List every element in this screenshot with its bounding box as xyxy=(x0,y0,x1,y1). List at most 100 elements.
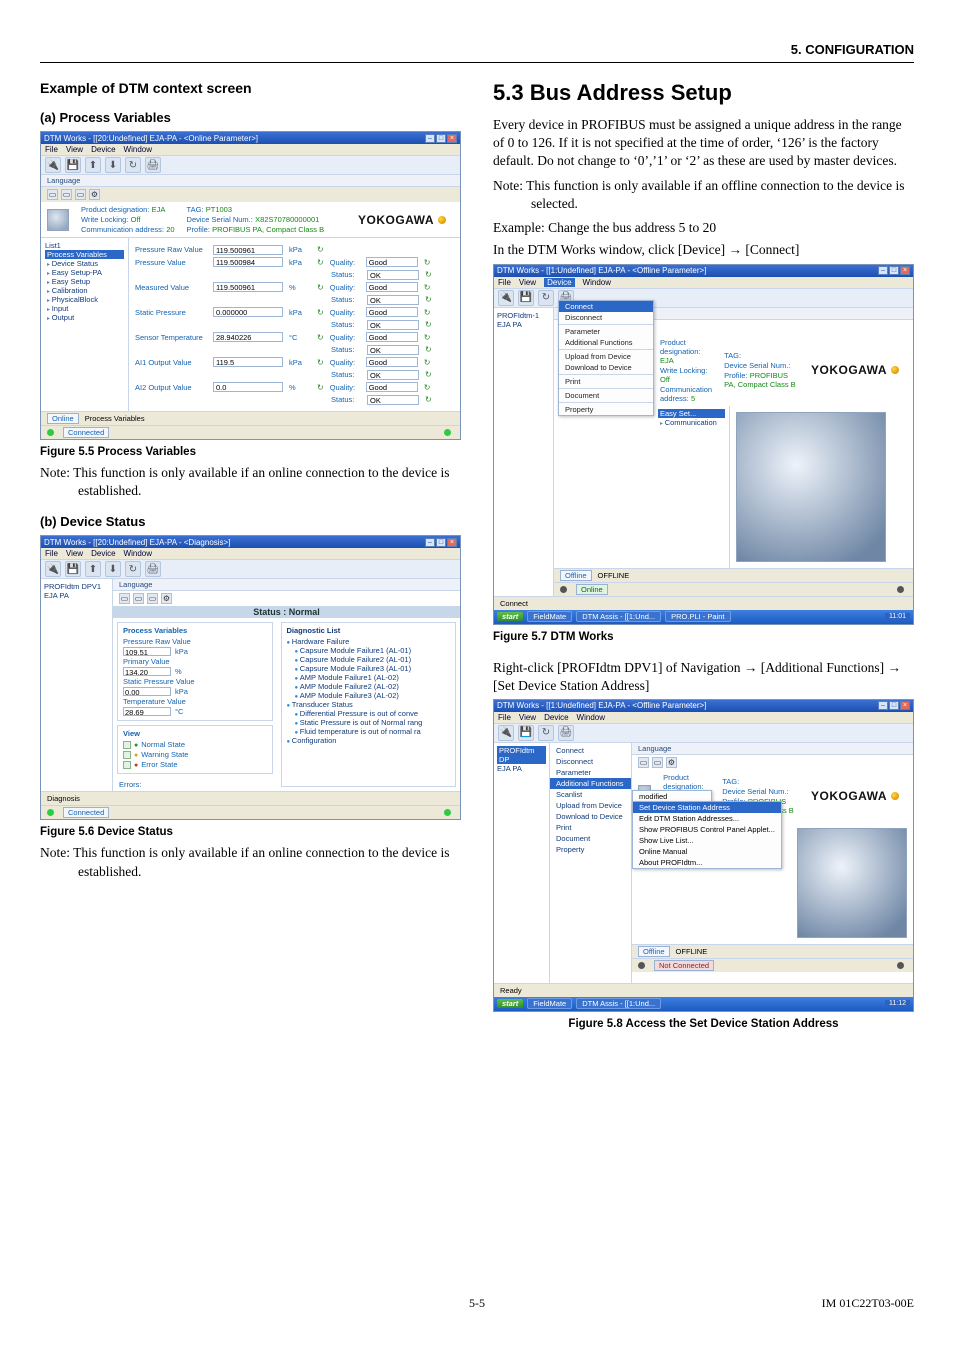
menu-view[interactable]: View xyxy=(519,713,536,722)
nav-item[interactable]: EJA PA xyxy=(497,764,546,773)
submenu-control-panel[interactable]: Show PROFIBUS Control Panel Applet... xyxy=(633,824,781,835)
tree-item[interactable]: Easy Setup xyxy=(45,277,124,286)
tree-item[interactable]: Easy Setup-PA xyxy=(45,268,124,277)
tool-connect-icon[interactable]: 🔌 xyxy=(498,290,514,306)
nav-item[interactable]: PROFIdtm DPV1 xyxy=(44,582,109,591)
menu-window[interactable]: Window xyxy=(583,278,611,287)
menu-upload[interactable]: Upload from Device xyxy=(559,351,653,362)
minimize-icon[interactable]: – xyxy=(425,134,435,143)
refresh-icon[interactable]: ↻ xyxy=(317,283,324,292)
device-dropdown[interactable]: Connect Disconnect Parameter Additional … xyxy=(558,300,654,416)
transducer-status[interactable]: Transducer Status xyxy=(287,700,451,709)
refresh-icon[interactable]: ↻ xyxy=(425,320,432,329)
submenu-about[interactable]: About PROFIdtm... xyxy=(633,857,781,868)
refresh-icon[interactable]: ↻ xyxy=(425,370,432,379)
refresh-icon[interactable]: ↻ xyxy=(424,358,431,367)
menu-view[interactable]: View xyxy=(66,549,83,558)
menu-additional-functions[interactable]: Additional Functions xyxy=(559,337,653,348)
tool-connect-icon[interactable]: 🔌 xyxy=(45,561,61,577)
tool-refresh-icon[interactable]: ↻ xyxy=(538,290,554,306)
refresh-icon[interactable]: ↻ xyxy=(424,258,431,267)
nav-tree[interactable]: List1 Process Variables Device Status Ea… xyxy=(41,238,129,411)
menu-download[interactable]: Download to Device xyxy=(559,362,653,373)
tool-save-icon[interactable]: 💾 xyxy=(65,157,81,173)
af-submenu[interactable]: Set Device Station Address Edit DTM Stat… xyxy=(632,801,782,869)
menu-file[interactable]: File xyxy=(498,278,511,287)
nav-icon[interactable]: ▭ xyxy=(147,593,158,604)
refresh-icon[interactable]: ↻ xyxy=(424,333,431,342)
refresh-icon[interactable]: ↻ xyxy=(424,383,431,392)
close-icon[interactable]: × xyxy=(900,701,910,710)
configuration[interactable]: Configuration xyxy=(287,736,451,745)
hw-failure[interactable]: Hardware Failure xyxy=(287,637,451,646)
tool-print-icon[interactable]: 🖨 xyxy=(558,725,574,741)
tool-down-icon[interactable]: ⬇ xyxy=(105,157,121,173)
nav-icon[interactable]: ▭ xyxy=(133,593,144,604)
menu-disconnect[interactable]: Disconnect xyxy=(559,312,653,323)
tool-up-icon[interactable]: ⬆ xyxy=(85,561,101,577)
tree-item[interactable]: Easy Set... xyxy=(658,409,725,418)
refresh-icon[interactable]: ↻ xyxy=(317,308,324,317)
menu-property[interactable]: Property xyxy=(550,844,631,855)
refresh-icon[interactable]: ↻ xyxy=(424,308,431,317)
submenu-set-address[interactable]: Set Device Station Address xyxy=(633,802,781,813)
menu-upload[interactable]: Upload from Device xyxy=(550,800,631,811)
nav-icon[interactable]: ▭ xyxy=(47,189,58,200)
tree-item[interactable]: Calibration xyxy=(45,286,124,295)
menu-scanlist[interactable]: Scanlist xyxy=(550,789,631,800)
menu-additional-functions[interactable]: Additional Functions xyxy=(550,778,631,789)
close-icon[interactable]: × xyxy=(447,538,457,547)
refresh-icon[interactable]: ↻ xyxy=(317,383,324,392)
menu-window[interactable]: Window xyxy=(124,549,152,558)
menu-device[interactable]: Device xyxy=(544,713,568,722)
nav-icon[interactable]: ▭ xyxy=(61,189,72,200)
tree-item[interactable]: Output xyxy=(45,313,124,322)
menu-disconnect[interactable]: Disconnect xyxy=(550,756,631,767)
refresh-icon[interactable]: ↻ xyxy=(425,345,432,354)
tree-item[interactable]: PhysicalBlock xyxy=(45,295,124,304)
refresh-icon[interactable]: ↻ xyxy=(317,245,324,254)
nav-item[interactable]: EJA PA xyxy=(44,591,109,600)
menu-file[interactable]: File xyxy=(498,713,511,722)
start-button[interactable]: start xyxy=(497,999,523,1008)
menu-download[interactable]: Download to Device xyxy=(550,811,631,822)
menu-connect[interactable]: Connect xyxy=(559,301,653,312)
tree-item[interactable]: Input xyxy=(45,304,124,313)
menu-window[interactable]: Window xyxy=(577,713,605,722)
minimize-icon[interactable]: – xyxy=(425,538,435,547)
tool-connect-icon[interactable]: 🔌 xyxy=(498,725,514,741)
menu-device[interactable]: Device xyxy=(91,145,115,154)
nav-panel[interactable]: PROFIdtm DPV1 EJA PA xyxy=(41,579,113,791)
start-button[interactable]: start xyxy=(497,612,523,621)
refresh-icon[interactable]: ↻ xyxy=(424,283,431,292)
refresh-icon[interactable]: ↻ xyxy=(317,333,324,342)
tool-up-icon[interactable]: ⬆ xyxy=(85,157,101,173)
nav-item[interactable]: PROFIdtm-1 xyxy=(497,311,550,320)
nav-item[interactable]: EJA PA xyxy=(497,320,550,329)
menu-parameter[interactable]: Parameter xyxy=(550,767,631,778)
maximize-icon[interactable]: □ xyxy=(889,266,899,275)
tool-refresh-icon[interactable]: ↻ xyxy=(125,561,141,577)
tool-print-icon[interactable]: 🖨 xyxy=(145,561,161,577)
menu-view[interactable]: View xyxy=(66,145,83,154)
gear-icon[interactable]: ⚙ xyxy=(89,189,100,200)
menu-parameter[interactable]: Parameter xyxy=(559,326,653,337)
task-item[interactable]: FieldMate xyxy=(527,998,572,1009)
refresh-icon[interactable]: ↻ xyxy=(317,258,324,267)
nav-icon[interactable]: ▭ xyxy=(119,593,130,604)
context-menu[interactable]: Connect Disconnect Parameter Additional … xyxy=(550,743,632,983)
refresh-icon[interactable]: ↻ xyxy=(425,395,432,404)
nav-tree[interactable]: Easy Set... Communication xyxy=(654,406,730,568)
close-icon[interactable]: × xyxy=(447,134,457,143)
menu-window[interactable]: Window xyxy=(124,145,152,154)
checkbox-icon[interactable] xyxy=(123,761,131,769)
menu-view[interactable]: View xyxy=(519,278,536,287)
tree-item[interactable]: Communication xyxy=(658,418,725,427)
maximize-icon[interactable]: □ xyxy=(889,701,899,710)
refresh-icon[interactable]: ↻ xyxy=(425,295,432,304)
gear-icon[interactable]: ⚙ xyxy=(161,593,172,604)
task-item[interactable]: DTM Assis - [[1:Und... xyxy=(576,611,661,622)
taskbar[interactable]: start FieldMate DTM Assis - [[1:Und... P… xyxy=(494,610,913,624)
menu-document[interactable]: Document xyxy=(559,390,653,401)
nav-icon[interactable]: ▭ xyxy=(75,189,86,200)
